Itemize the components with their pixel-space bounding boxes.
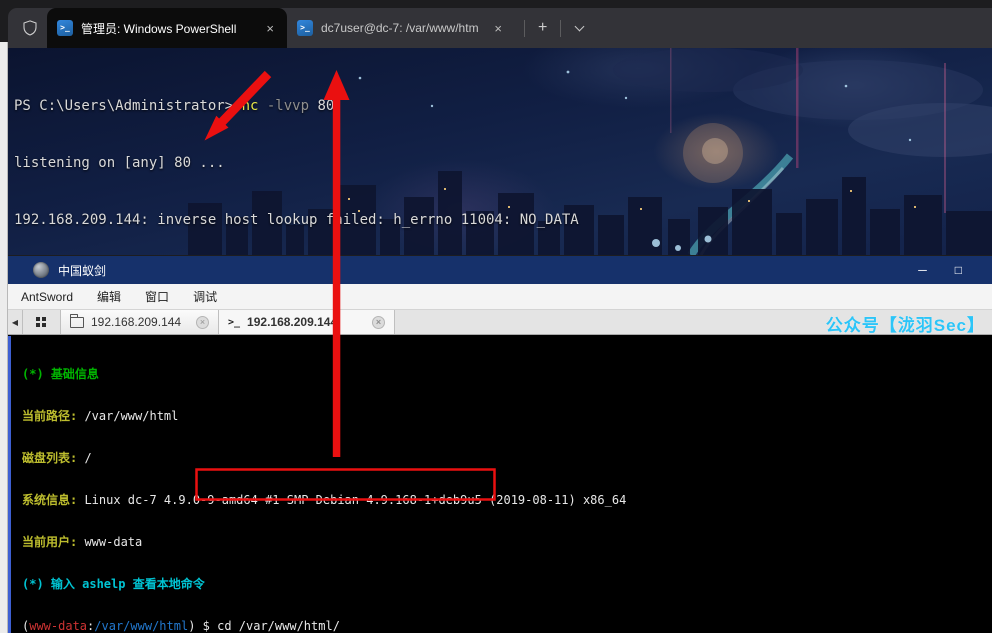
close-tab-icon[interactable]: × (263, 20, 277, 37)
term-prompt-line: (www-data:/var/www/html) $ cd /var/www/h… (22, 619, 992, 633)
close-tab-icon[interactable]: × (491, 20, 505, 37)
chevron-down-icon[interactable] (575, 22, 585, 32)
term-row-path: 当前路径: /var/www/html (22, 409, 992, 423)
divider (524, 20, 525, 37)
terminal-tab-bar: >_ 管理员: Windows PowerShell × >_ dc7user@… (8, 8, 992, 48)
divider (560, 20, 561, 37)
admin-shield-icon (21, 18, 39, 38)
grid-icon (36, 317, 47, 328)
window-title: 中国蚁剑 (58, 262, 106, 279)
antsword-logo-icon (33, 262, 49, 278)
powershell-icon: >_ (297, 20, 313, 36)
antsword-terminal[interactable]: (*) 基础信息 当前路径: /var/www/html 磁盘列表: / 系统信… (8, 336, 992, 633)
background-window-edge (0, 42, 8, 633)
powershell-screen[interactable]: PS C:\Users\Administrator> nc -lvvp 80 l… (8, 48, 992, 255)
menu-debug[interactable]: 调试 (193, 288, 217, 305)
menu-antsword[interactable]: AntSword (21, 290, 73, 304)
menu-window[interactable]: 窗口 (145, 288, 169, 305)
terminal-tab-ssh[interactable]: >_ dc7user@dc-7: /var/www/htm × (287, 8, 515, 48)
screenshot-root: >_ 管理员: Windows PowerShell × >_ dc7user@… (0, 0, 992, 633)
tab-grid-button[interactable] (23, 310, 61, 334)
tab-virtual-terminal[interactable]: >_ 192.168.209.144 × (219, 310, 395, 334)
ps-line-command: PS C:\Users\Administrator> nc -lvvp 80 (14, 97, 638, 116)
windows-terminal-window: >_ 管理员: Windows PowerShell × >_ dc7user@… (8, 8, 992, 255)
close-tab-icon[interactable]: × (196, 316, 209, 329)
antsword-tab-bar: ◀ 192.168.209.144 × >_ 192.168.209.144 ×… (8, 310, 992, 335)
powershell-icon: >_ (57, 20, 73, 36)
terminal-tab-title: dc7user@dc-7: /var/www/htm (321, 21, 483, 35)
antsword-menu-bar: AntSword 编辑 窗口 调试 (8, 284, 992, 310)
antsword-window: 中国蚁剑 ─ □ AntSword 编辑 窗口 调试 ◀ 192.168.209… (8, 256, 992, 633)
folder-icon (70, 317, 84, 328)
watermark: 公众号【泷羽Sec】 (826, 311, 985, 336)
term-row-user: 当前用户: www-data (22, 535, 992, 549)
powershell-output: PS C:\Users\Administrator> nc -lvvp 80 l… (14, 59, 638, 255)
flags-token: -lvvp (258, 98, 309, 114)
tab-scroll-back-button[interactable]: ◀ (8, 310, 23, 334)
term-row-system: 系统信息: Linux dc-7 4.9.0-9-amd64 #1 SMP De… (22, 493, 992, 507)
term-row-disks: 磁盘列表: / (22, 451, 992, 465)
term-info-header: (*) 基础信息 (22, 367, 992, 381)
maximize-button[interactable]: □ (955, 263, 962, 277)
tab-file-manager[interactable]: 192.168.209.144 × (61, 310, 219, 334)
ps-line-lookup: 192.168.209.144: inverse host lookup fai… (14, 211, 638, 230)
terminal-icon: >_ (228, 317, 240, 328)
ps-line-listening: listening on [any] 80 ... (14, 154, 638, 173)
terminal-tab-powershell[interactable]: >_ 管理员: Windows PowerShell × (47, 8, 287, 48)
terminal-tab-title: 管理员: Windows PowerShell (81, 20, 255, 37)
term-help-line: (*) 输入 ashelp 查看本地命令 (22, 577, 992, 591)
command-token: nc (242, 98, 259, 114)
antsword-title-bar: 中国蚁剑 ─ □ (8, 256, 992, 284)
close-tab-icon[interactable]: × (372, 316, 385, 329)
minimize-button[interactable]: ─ (918, 263, 927, 277)
menu-edit[interactable]: 编辑 (97, 288, 121, 305)
new-tab-button[interactable]: + (534, 19, 551, 37)
